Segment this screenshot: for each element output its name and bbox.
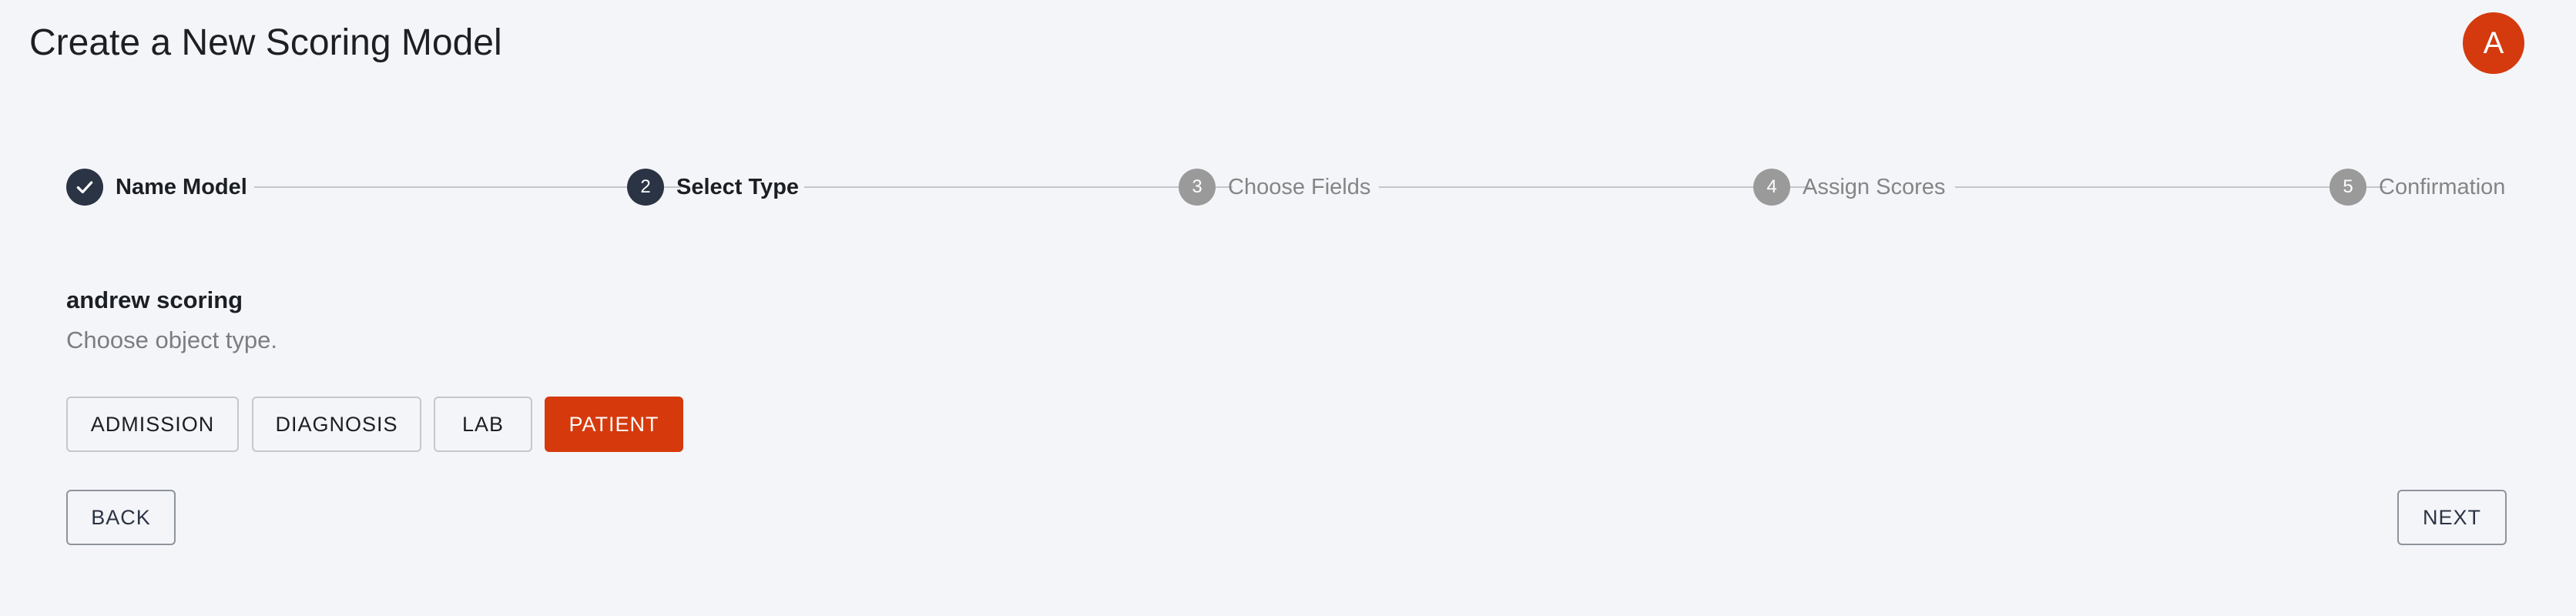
step-label: Assign Scores	[1803, 175, 1946, 199]
step-choose-fields: 3 Choose Fields	[1179, 168, 1370, 206]
model-name: andrew scoring	[66, 286, 243, 313]
lab-type-button[interactable]: LAB	[434, 397, 532, 452]
step-confirmation: 5 Confirmation	[2329, 168, 2505, 206]
step-connector	[804, 186, 1233, 188]
step-label: Choose Fields	[1228, 175, 1371, 199]
step-number-badge: 5	[2329, 169, 2366, 206]
progress-stepper: Name Model 2 Select Type 3 Choose Fields…	[66, 168, 2508, 206]
step-number-badge: 4	[1753, 169, 1790, 206]
user-avatar[interactable]: A	[2463, 12, 2524, 74]
step-select-type: 2 Select Type	[627, 168, 799, 206]
step-name-model: Name Model	[66, 168, 247, 206]
next-button[interactable]: NEXT	[2397, 490, 2507, 545]
step-connector	[1379, 186, 1810, 188]
patient-type-button[interactable]: PATIENT	[545, 397, 683, 452]
back-button[interactable]: BACK	[66, 490, 176, 545]
step-label: Confirmation	[2379, 175, 2506, 199]
page-title: Create a New Scoring Model	[29, 22, 502, 63]
step-label: Select Type	[676, 175, 800, 199]
step-label: Name Model	[116, 175, 247, 199]
instruction-text: Choose object type.	[66, 326, 278, 353]
diagnosis-type-button[interactable]: DIAGNOSIS	[252, 397, 421, 452]
step-connector	[1955, 186, 2386, 188]
step-connector	[254, 186, 681, 188]
step-assign-scores: 4 Assign Scores	[1753, 168, 1945, 206]
step-complete-check-icon	[66, 169, 103, 206]
step-number-badge: 2	[627, 169, 664, 206]
check-icon	[76, 181, 93, 194]
admission-type-button[interactable]: ADMISSION	[66, 397, 239, 452]
step-number-badge: 3	[1179, 169, 1216, 206]
